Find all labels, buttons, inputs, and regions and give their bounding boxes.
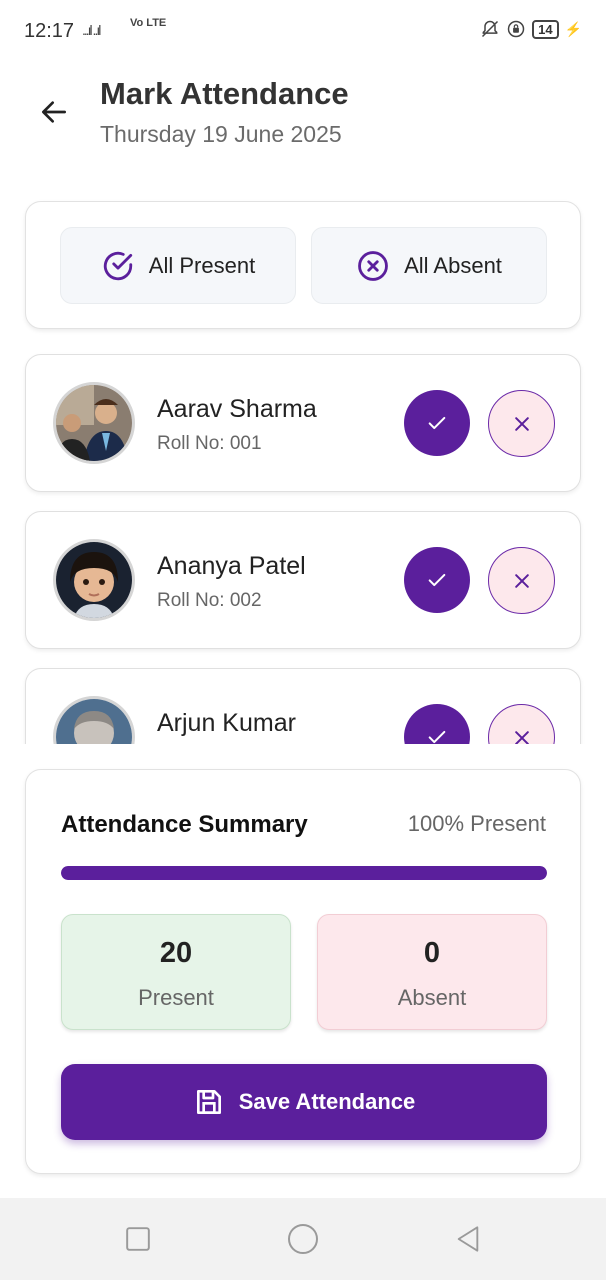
student-name: Ananya Patel xyxy=(157,552,306,580)
save-attendance-button[interactable]: Save Attendance xyxy=(61,1064,547,1140)
mark-absent-button[interactable] xyxy=(488,547,555,614)
check-icon xyxy=(428,573,446,587)
student-card: Ananya Patel Roll No: 002 xyxy=(25,511,581,649)
recents-button[interactable] xyxy=(121,1222,155,1256)
save-attendance-label: Save Attendance xyxy=(238,1089,416,1114)
volte-indicator: Vo LTE xyxy=(130,17,167,29)
student-card: Aarav Sharma Roll No: 001 xyxy=(25,354,581,492)
all-present-button[interactable]: All Present xyxy=(60,227,296,304)
summary-title: Attendance Summary xyxy=(61,811,308,838)
summary-percent: 100% Present xyxy=(407,811,546,836)
absent-stat: 0 Absent xyxy=(317,914,547,1030)
mark-present-button[interactable] xyxy=(404,704,470,744)
close-icon xyxy=(514,573,529,588)
page-title: Mark Attendance xyxy=(100,76,349,111)
system-nav-bar xyxy=(0,1198,606,1280)
check-icon xyxy=(428,416,446,430)
attendance-progress-fill xyxy=(61,866,547,880)
attendance-progress-bar xyxy=(61,866,547,880)
status-bar: 12:17 ...ıl ..ıl Vo LTE 14 ⚡ xyxy=(0,0,606,64)
back-nav-button[interactable] xyxy=(451,1222,485,1256)
mark-absent-button[interactable] xyxy=(488,390,555,457)
battery-icon: 14 xyxy=(532,19,559,39)
absent-label: Absent xyxy=(397,985,467,1010)
circle-icon xyxy=(288,1224,318,1254)
quick-actions-card: All Present All Absent xyxy=(25,201,581,329)
status-time: 12:17 xyxy=(24,20,75,42)
student-list[interactable]: Aarav Sharma Roll No: 001 Ananya Patel R… xyxy=(0,344,606,744)
all-absent-label: All Absent xyxy=(404,252,502,278)
signal-icon: ...ıl ..ıl xyxy=(82,22,101,38)
student-name: Arjun Kumar xyxy=(157,709,296,737)
screen-lock-icon xyxy=(507,20,525,38)
mark-present-button[interactable] xyxy=(404,390,470,456)
arrow-left-icon xyxy=(42,101,66,123)
x-circle-icon xyxy=(358,250,388,281)
present-count: 20 xyxy=(159,937,193,969)
notifications-off-icon xyxy=(482,20,499,38)
student-roll: Roll No: 001 xyxy=(157,433,262,454)
charging-icon: ⚡ xyxy=(564,20,582,37)
close-icon xyxy=(514,416,529,431)
back-button[interactable] xyxy=(34,92,74,132)
attendance-summary-card: Attendance Summary 100% Present 20 Prese… xyxy=(25,769,581,1174)
close-icon xyxy=(514,730,529,744)
triangle-back-icon xyxy=(457,1226,479,1252)
all-present-label: All Present xyxy=(148,252,256,278)
check-circle-icon xyxy=(103,251,132,280)
save-icon xyxy=(196,1090,221,1114)
page-date: Thursday 19 June 2025 xyxy=(100,121,342,147)
student-name: Aarav Sharma xyxy=(157,395,317,423)
student-card: Arjun Kumar xyxy=(25,668,581,744)
present-stat: 20 Present xyxy=(61,914,291,1030)
status-right-icons: 14 ⚡ xyxy=(480,18,582,40)
home-button[interactable] xyxy=(286,1222,320,1256)
avatar xyxy=(53,539,135,621)
avatar xyxy=(53,382,135,464)
avatar xyxy=(53,696,135,744)
mark-present-button[interactable] xyxy=(404,547,470,613)
check-icon xyxy=(428,730,446,744)
absent-count: 0 xyxy=(423,937,441,969)
all-absent-button[interactable]: All Absent xyxy=(311,227,547,304)
present-label: Present xyxy=(138,985,214,1010)
square-icon xyxy=(126,1227,150,1251)
student-roll: Roll No: 002 xyxy=(157,590,262,611)
mark-absent-button[interactable] xyxy=(488,704,555,744)
